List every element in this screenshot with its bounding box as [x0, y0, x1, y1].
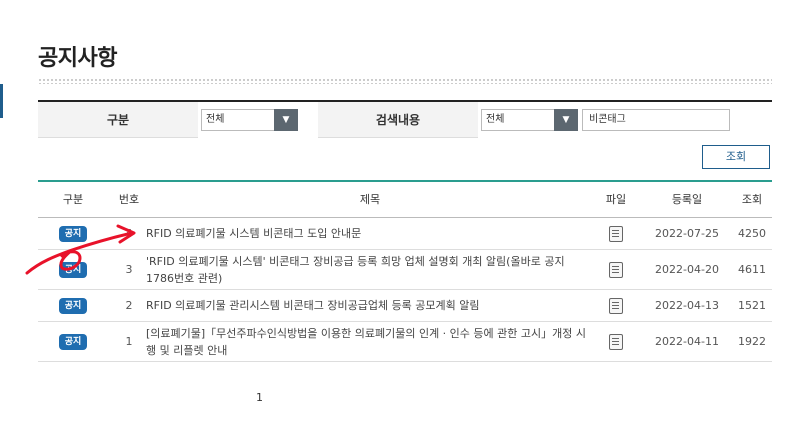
search-panel: 구분 전체 ▼ 검색내용 전체 ▼ 비콘태그: [38, 100, 772, 138]
category-label: 구분: [106, 113, 130, 127]
category-cell: 공지: [38, 250, 108, 289]
category-cell: 공지: [38, 290, 108, 321]
search-field-select[interactable]: 전체 ▼: [481, 109, 578, 131]
notice-badge: 공지: [58, 261, 88, 278]
table-header: 구분 번호 제목 파일 등록일 조회: [38, 180, 772, 218]
views-cell: 4611: [738, 263, 766, 276]
number-cell: 3: [125, 263, 133, 276]
category-select-value: 전체: [206, 114, 225, 125]
date-cell: 2022-07-25: [655, 227, 719, 240]
category-cell: 공지: [38, 322, 108, 361]
file-cell: [590, 250, 642, 289]
document-icon[interactable]: [609, 225, 623, 242]
number-cell: 2: [125, 299, 133, 312]
title-link[interactable]: 'RFID 의료폐기물 시스템' 비콘태그 장비공급 등록 희망 업체 설명회 …: [146, 250, 590, 289]
search-field-select-value: 전체: [486, 114, 505, 125]
document-icon[interactable]: [609, 297, 623, 314]
file-cell: [590, 290, 642, 321]
triangle-down-icon[interactable]: ▼: [554, 109, 578, 131]
views-cell: 1521: [738, 299, 766, 312]
header-category: 구분: [62, 193, 84, 206]
date-cell: 2022-04-13: [655, 299, 719, 312]
notice-badge: 공지: [58, 333, 88, 350]
header-title: 제목: [359, 193, 381, 206]
category-cell: 공지: [38, 218, 108, 249]
header-file: 파일: [605, 193, 627, 206]
left-nav-accent: [0, 84, 3, 118]
header-number: 번호: [118, 193, 140, 206]
search-field-cell: 전체 ▼ 비콘태그: [478, 102, 772, 138]
category-cell: 전체 ▼: [198, 102, 318, 138]
search-button[interactable]: 조회: [702, 145, 770, 169]
date-cell: 2022-04-20: [655, 263, 719, 276]
file-cell: [590, 322, 642, 361]
title-link[interactable]: RFID 의료폐기물 시스템 비콘태그 도입 안내문: [146, 218, 590, 249]
table-row[interactable]: 공지 1 [의료폐기물]「무선주파수인식방법을 이용한 의료폐기물의 인계 · …: [38, 322, 772, 362]
table-row[interactable]: 공지 4 RFID 의료폐기물 시스템 비콘태그 도입 안내문 2022-07-…: [38, 218, 772, 250]
number-cell: 4: [125, 227, 133, 240]
title-link[interactable]: RFID 의료폐기물 관리시스템 비콘태그 장비공급업체 등록 공모계획 알림: [146, 290, 590, 321]
title-divider: [38, 78, 772, 84]
document-icon[interactable]: [609, 333, 623, 350]
views-cell: 1922: [738, 335, 766, 348]
page-title: 공지사항: [38, 46, 117, 71]
search-input[interactable]: 비콘태그: [582, 109, 730, 131]
header-date: 등록일: [671, 193, 703, 206]
table-row[interactable]: 공지 3 'RFID 의료폐기물 시스템' 비콘태그 장비공급 등록 희망 업체…: [38, 250, 772, 290]
views-cell: 4250: [738, 227, 766, 240]
table-row[interactable]: 공지 2 RFID 의료폐기물 관리시스템 비콘태그 장비공급업체 등록 공모계…: [38, 290, 772, 322]
file-cell: [590, 218, 642, 249]
number-cell: 1: [125, 335, 133, 348]
notice-table: 구분 번호 제목 파일 등록일 조회 공지 4 RFID 의료폐기물 시스템 비…: [38, 180, 772, 362]
pagination-current-page[interactable]: 1: [256, 391, 263, 404]
category-select[interactable]: 전체 ▼: [201, 109, 298, 131]
triangle-down-icon[interactable]: ▼: [274, 109, 298, 131]
document-icon[interactable]: [609, 261, 623, 278]
search-field-label: 검색내용: [375, 113, 421, 127]
notice-badge: 공지: [58, 225, 88, 242]
header-views: 조회: [741, 193, 763, 206]
title-link[interactable]: [의료폐기물]「무선주파수인식방법을 이용한 의료폐기물의 인계 · 인수 등에…: [146, 322, 590, 361]
date-cell: 2022-04-11: [655, 335, 719, 348]
notice-badge: 공지: [58, 297, 88, 314]
